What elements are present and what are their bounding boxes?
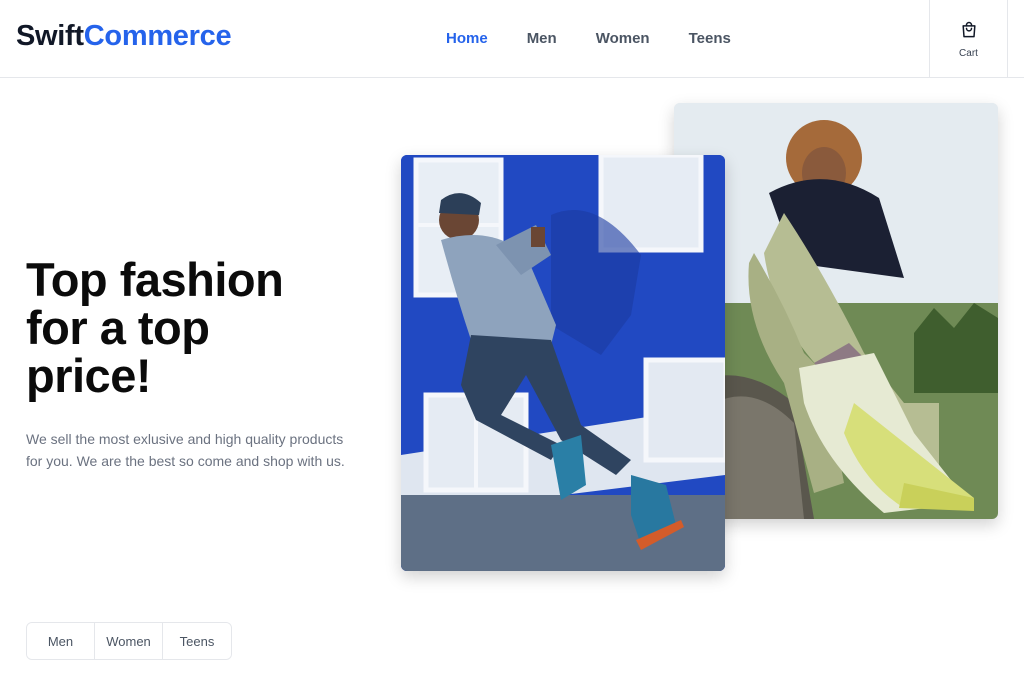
filter-women-button[interactable]: Women	[95, 623, 163, 659]
nav-men[interactable]: Men	[527, 30, 557, 47]
brand-logo[interactable]: SwiftCommerce	[16, 20, 232, 53]
filter-teens-button[interactable]: Teens	[163, 623, 231, 659]
cart-button[interactable]: Cart	[929, 0, 1008, 78]
nav-teens[interactable]: Teens	[689, 30, 731, 47]
brand-name-part2: Commerce	[83, 20, 232, 52]
nav-home[interactable]: Home	[446, 30, 488, 47]
nav-women[interactable]: Women	[596, 30, 650, 47]
hero-image-man-running	[401, 155, 725, 571]
cart-label: Cart	[959, 47, 978, 59]
brand-name-part1: Swift	[16, 20, 84, 52]
hero-description: We sell the most exlusive and high quali…	[26, 431, 345, 469]
top-navbar: SwiftCommerce Home Men Women Teens Cart	[0, 0, 1024, 78]
filter-men-button[interactable]: Men	[27, 623, 95, 659]
main-nav: Home Men Women Teens	[446, 30, 770, 47]
hero-headline: Top fashion for a top price!	[26, 253, 284, 402]
shopping-bag-icon	[959, 20, 979, 45]
category-filter-group: Men Women Teens	[26, 622, 232, 660]
